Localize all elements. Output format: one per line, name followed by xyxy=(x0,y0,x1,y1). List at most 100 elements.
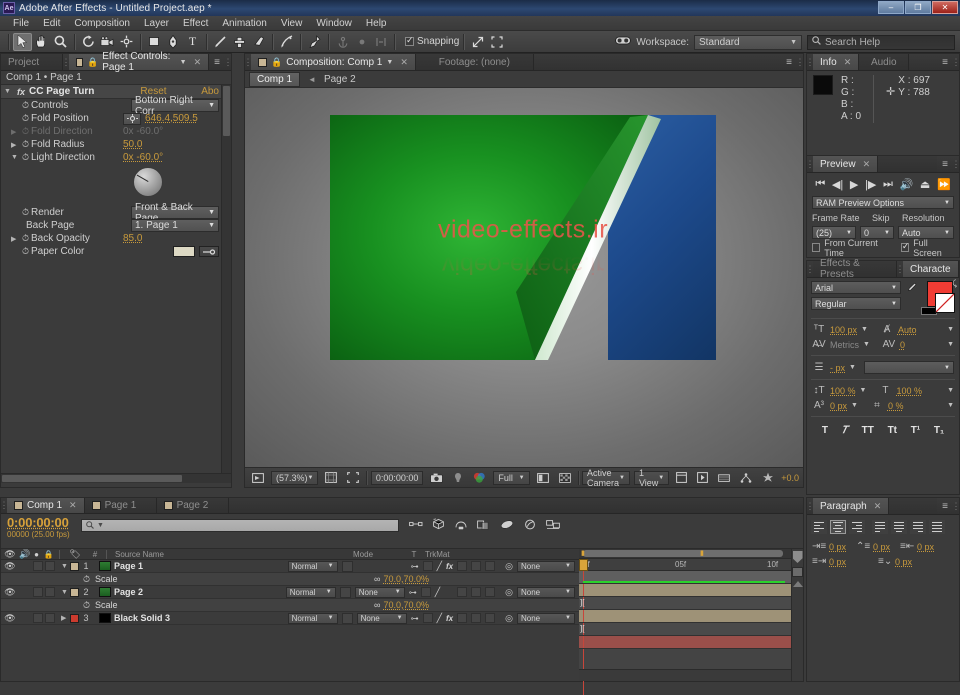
layer-video-toggle[interactable]: 👁 xyxy=(1,561,19,572)
layer-disclosure-triangle[interactable]: ▶ xyxy=(61,614,70,622)
eyedropper-tool-icon[interactable] xyxy=(905,281,917,315)
exposure-value[interactable]: +0.0 xyxy=(781,473,799,483)
small-caps-button[interactable]: Tt xyxy=(888,425,897,436)
bounding-box-icon[interactable] xyxy=(487,33,506,51)
layer-video-toggle[interactable]: 👁 xyxy=(1,613,19,624)
layer-switch-box[interactable] xyxy=(485,587,495,597)
zoom-level-select[interactable]: (57.3%) ▼ xyxy=(271,471,318,485)
center-dot-icon[interactable] xyxy=(352,33,371,51)
play-button[interactable]: ▶ xyxy=(850,178,858,191)
layer-switch-box[interactable] xyxy=(485,561,495,571)
rotation-tool[interactable] xyxy=(79,33,98,51)
layer-mode-select[interactable]: Normal ▼ xyxy=(286,587,336,598)
property-row-controls[interactable]: ⏱ Controls Bottom Right Corr ▼ xyxy=(1,99,231,112)
stopwatch-icon[interactable]: ⏱ xyxy=(20,139,31,150)
layer-parent-select[interactable]: None ▼ xyxy=(517,561,575,572)
timeline-current-time[interactable]: 0:00:00:00 xyxy=(7,515,81,530)
snapshot-icon[interactable] xyxy=(427,471,446,485)
audio-button[interactable]: 🔊 xyxy=(900,178,914,191)
layer-disclosure-triangle[interactable]: ▼ xyxy=(61,589,70,596)
layer-t-toggle[interactable] xyxy=(340,587,351,598)
comp-flowchart-icon[interactable] xyxy=(737,471,755,485)
panel-grip-right[interactable]: ⋮ xyxy=(953,498,959,514)
property-row-light-direction[interactable]: ▼ ⏱ Light Direction 0x -60.0° xyxy=(1,151,231,164)
layer-fx-icon[interactable]: fx xyxy=(446,614,453,623)
layer-t-toggle[interactable] xyxy=(342,613,353,624)
composition-mini-flowchart-icon[interactable] xyxy=(409,519,423,532)
about-link[interactable]: Abo xyxy=(201,86,219,97)
scrollbar-thumb[interactable] xyxy=(223,86,230,136)
switches-modes-toggle-icon[interactable] xyxy=(793,551,803,563)
stopwatch-icon[interactable]: ⏱ xyxy=(20,100,31,111)
property-row-paper-color[interactable]: ⏱ Paper Color xyxy=(1,245,231,258)
chevron-down-icon[interactable]: ▼ xyxy=(180,59,187,66)
indent-right-value[interactable]: 0 px xyxy=(917,542,934,552)
layer-switch-box[interactable] xyxy=(471,587,481,597)
layer-quality-icon[interactable]: ╱ xyxy=(437,561,442,572)
fold-position-value[interactable]: 646.4,509.5 xyxy=(145,113,219,124)
composition-viewer[interactable]: video-effects.ir video-effects.ir xyxy=(245,88,803,467)
first-frame-button[interactable]: ⏮ xyxy=(815,178,825,191)
property-row[interactable]: ⏱ Scale ∞ 70.0,70.0% xyxy=(1,599,579,612)
fold-radius-value[interactable]: 50.0 xyxy=(123,139,219,150)
tab-preview[interactable]: Preview ✕ xyxy=(813,156,878,172)
layer-1-bar[interactable] xyxy=(579,584,793,597)
layer-1-keyframe-track[interactable]: ][ xyxy=(579,597,793,610)
faux-bold-button[interactable]: T xyxy=(822,425,828,436)
layer-switch-box[interactable] xyxy=(421,587,431,597)
menu-layer[interactable]: Layer xyxy=(137,17,176,30)
tab-footage[interactable]: Footage: (none) xyxy=(416,54,534,70)
property-value[interactable]: 70.0,70.0% xyxy=(383,574,429,584)
property-row[interactable]: ⏱ Scale ∞ 70.0,70.0% xyxy=(1,573,579,586)
previous-frame-button[interactable]: ◀| xyxy=(832,178,843,191)
hand-tool[interactable] xyxy=(32,33,51,51)
eraser-tool[interactable] xyxy=(249,33,268,51)
chevron-down-icon[interactable]: ▼ xyxy=(947,326,954,333)
layer-t-toggle[interactable] xyxy=(342,561,353,572)
back-opacity-value[interactable]: 85.0 xyxy=(123,233,219,244)
pixel-aspect-icon[interactable] xyxy=(673,471,690,485)
tab-effect-controls[interactable]: 🔒 Effect Controls: Page 1 ▼ ✕ xyxy=(69,54,209,70)
point-picker-icon[interactable] xyxy=(123,113,141,125)
superscript-button[interactable]: T¹ xyxy=(911,425,920,436)
last-frame-button[interactable]: ⏭ xyxy=(883,178,893,191)
fast-preview-icon[interactable] xyxy=(694,471,711,485)
tab-paragraph[interactable]: Paragraph ✕ xyxy=(813,498,889,514)
menu-composition[interactable]: Composition xyxy=(67,17,137,30)
resolution-select[interactable]: Full ▼ xyxy=(493,471,529,485)
layer-label-color[interactable] xyxy=(70,588,79,597)
justify-last-left-button[interactable] xyxy=(872,520,888,534)
stroke-color-swatch[interactable] xyxy=(935,293,955,313)
layer-lock-toggle[interactable] xyxy=(45,561,55,571)
next-frame-button[interactable]: |▶ xyxy=(865,178,876,191)
property-row-back-opacity[interactable]: ▶ ⏱ Back Opacity 85.0 xyxy=(1,232,231,245)
menu-edit[interactable]: Edit xyxy=(36,17,67,30)
panel-grip-right[interactable]: ⋮ xyxy=(953,54,959,70)
stopwatch-icon[interactable]: ⏱ xyxy=(20,113,31,124)
property-value[interactable]: 70.0,70.0% xyxy=(383,600,429,610)
space-after-value[interactable]: 0 px xyxy=(895,557,912,567)
timeline-navigator[interactable]: ▮ ▮ xyxy=(579,549,793,559)
layer-switch-box[interactable] xyxy=(471,561,481,571)
brush-tool[interactable] xyxy=(211,33,230,51)
chevron-down-icon[interactable]: ▼ xyxy=(947,341,954,348)
stroke-width-value[interactable]: - px xyxy=(830,363,845,373)
chevron-down-icon[interactable]: ▼ xyxy=(947,387,954,394)
graph-editor-icon[interactable] xyxy=(523,519,537,533)
layer-mode-select[interactable]: Normal ▼ xyxy=(288,613,338,624)
disclosure-triangle[interactable]: ▶ xyxy=(11,235,20,243)
align-icon[interactable] xyxy=(371,33,390,51)
snapping-toggle[interactable]: Snapping xyxy=(405,36,459,47)
layer-switches[interactable]: ⊶ xyxy=(411,614,419,623)
current-time-display[interactable]: 0:00:00:00 xyxy=(371,471,424,485)
region-preview-icon[interactable] xyxy=(534,471,552,485)
chevron-down-icon[interactable]: ▼ xyxy=(386,59,393,66)
stopwatch-icon[interactable]: ⏱ xyxy=(20,246,31,257)
menu-effect[interactable]: Effect xyxy=(176,17,215,30)
brainstorm-icon[interactable] xyxy=(546,519,561,533)
close-tab-icon[interactable]: ✕ xyxy=(400,57,408,68)
layer-2-keyframe-track[interactable]: ][ xyxy=(579,623,793,636)
stopwatch-icon[interactable]: ⏱ xyxy=(83,574,95,585)
stopwatch-icon[interactable]: ⏱ xyxy=(83,600,95,611)
anchor-point-icon[interactable] xyxy=(333,33,352,51)
